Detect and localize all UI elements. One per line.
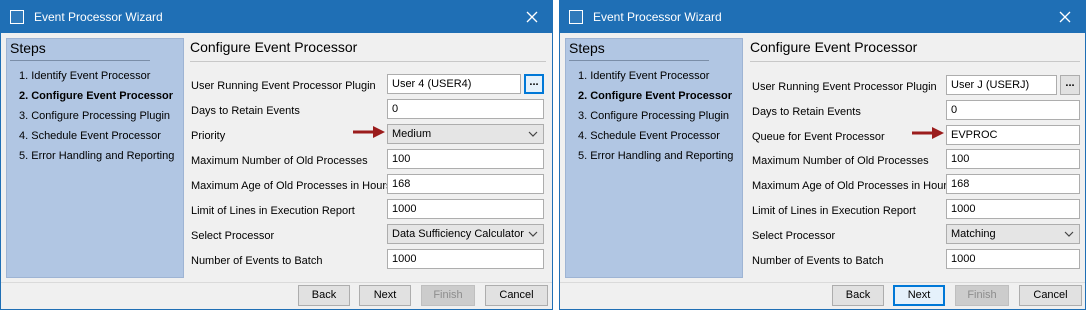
priority-value: Medium: [392, 128, 432, 140]
step-identify-event-processor: 1. Identify Event Processor: [578, 70, 710, 82]
select-processor-label: Select Processor: [191, 230, 275, 242]
limit-lines-label: Limit of Lines in Execution Report: [752, 205, 916, 217]
annotation-arrow-icon: [353, 126, 385, 138]
divider: [10, 60, 150, 61]
window-icon: [10, 10, 24, 24]
select-processor-label: Select Processor: [752, 230, 836, 242]
max-age-field[interactable]: 168: [946, 174, 1080, 194]
step-schedule-event-processor: 4. Schedule Event Processor: [578, 130, 720, 142]
select-processor-select[interactable]: Matching: [946, 224, 1080, 244]
days-retain-field[interactable]: 0: [387, 99, 544, 119]
divider: [560, 282, 1085, 283]
step-schedule-event-processor: 4. Schedule Event Processor: [19, 130, 161, 142]
days-retain-label: Days to Retain Events: [191, 105, 300, 117]
max-old-processes-field[interactable]: 100: [387, 149, 544, 169]
max-old-processes-label: Maximum Number of Old Processes: [752, 155, 929, 167]
close-icon[interactable]: [1045, 1, 1085, 33]
divider: [190, 61, 546, 62]
chevron-down-icon: [528, 231, 538, 237]
page-title: Configure Event Processor: [750, 39, 918, 55]
events-batch-label: Number of Events to Batch: [752, 255, 884, 267]
steps-panel: Steps 1. Identify Event Processor 2. Con…: [565, 38, 743, 278]
user-field[interactable]: User J (USERJ): [946, 75, 1057, 95]
window-title: Event Processor Wizard: [593, 10, 722, 24]
max-old-processes-field[interactable]: 100: [946, 149, 1080, 169]
steps-title: Steps: [10, 40, 46, 56]
step-identify-event-processor: 1. Identify Event Processor: [19, 70, 151, 82]
max-age-label: Maximum Age of Old Processes in Hours: [191, 180, 392, 192]
priority-label: Priority: [191, 130, 226, 142]
back-button[interactable]: Back: [298, 285, 350, 306]
select-processor-value: Data Sufficiency Calculator: [392, 228, 524, 240]
queue-field[interactable]: EVPROC: [946, 125, 1080, 145]
max-old-processes-label: Maximum Number of Old Processes: [191, 155, 368, 167]
select-processor-select[interactable]: Data Sufficiency Calculator: [387, 224, 544, 244]
step-error-handling: 5. Error Handling and Reporting: [19, 150, 175, 162]
step-configure-event-processor: 2. Configure Event Processor: [578, 90, 733, 102]
events-batch-field[interactable]: 1000: [387, 249, 544, 269]
user-field[interactable]: User 4 (USER4): [387, 74, 521, 94]
queue-label: Queue for Event Processor: [752, 131, 885, 143]
events-batch-label: Number of Events to Batch: [191, 255, 323, 267]
next-button[interactable]: Next: [359, 285, 411, 306]
priority-select[interactable]: Medium: [387, 124, 544, 144]
days-retain-field[interactable]: 0: [946, 100, 1080, 120]
days-retain-label: Days to Retain Events: [752, 106, 861, 118]
finish-button[interactable]: Finish: [421, 285, 475, 306]
limit-lines-field[interactable]: 1000: [946, 199, 1080, 219]
title-bar[interactable]: Event Processor Wizard: [560, 1, 1085, 33]
window-icon: [569, 10, 583, 24]
step-configure-processing-plugin: 3. Configure Processing Plugin: [578, 110, 730, 122]
browse-user-button[interactable]: ...: [524, 74, 544, 94]
divider: [1, 282, 552, 283]
page-title: Configure Event Processor: [190, 39, 358, 55]
cancel-button[interactable]: Cancel: [485, 285, 548, 306]
step-configure-event-processor: 2. Configure Event Processor: [19, 90, 174, 102]
user-field-label: User Running Event Processor Plugin: [191, 80, 376, 92]
divider: [750, 61, 1080, 62]
steps-panel: Steps 1. Identify Event Processor 2. Con…: [6, 38, 184, 278]
back-button[interactable]: Back: [832, 285, 884, 306]
user-field-label: User Running Event Processor Plugin: [752, 81, 937, 93]
step-error-handling: 5. Error Handling and Reporting: [578, 150, 734, 162]
wizard-window-2: Event Processor Wizard Steps 1. Identify…: [559, 0, 1086, 310]
chevron-down-icon: [1064, 231, 1074, 237]
window-title: Event Processor Wizard: [34, 10, 163, 24]
wizard-window-1: Event Processor Wizard Steps 1. Identify…: [0, 0, 553, 310]
divider: [569, 60, 709, 61]
close-icon[interactable]: [512, 1, 552, 33]
cancel-button[interactable]: Cancel: [1019, 285, 1082, 306]
events-batch-field[interactable]: 1000: [946, 249, 1080, 269]
limit-lines-label: Limit of Lines in Execution Report: [191, 205, 355, 217]
step-configure-processing-plugin: 3. Configure Processing Plugin: [19, 110, 171, 122]
limit-lines-field[interactable]: 1000: [387, 199, 544, 219]
steps-title: Steps: [569, 40, 605, 56]
finish-button[interactable]: Finish: [955, 285, 1009, 306]
next-button[interactable]: Next: [893, 285, 945, 306]
title-bar[interactable]: Event Processor Wizard: [1, 1, 552, 33]
annotation-arrow-icon: [912, 127, 944, 139]
chevron-down-icon: [528, 131, 538, 137]
max-age-field[interactable]: 168: [387, 174, 544, 194]
browse-user-button[interactable]: ...: [1060, 75, 1080, 95]
select-processor-value: Matching: [951, 228, 996, 240]
max-age-label: Maximum Age of Old Processes in Hours: [752, 180, 953, 192]
